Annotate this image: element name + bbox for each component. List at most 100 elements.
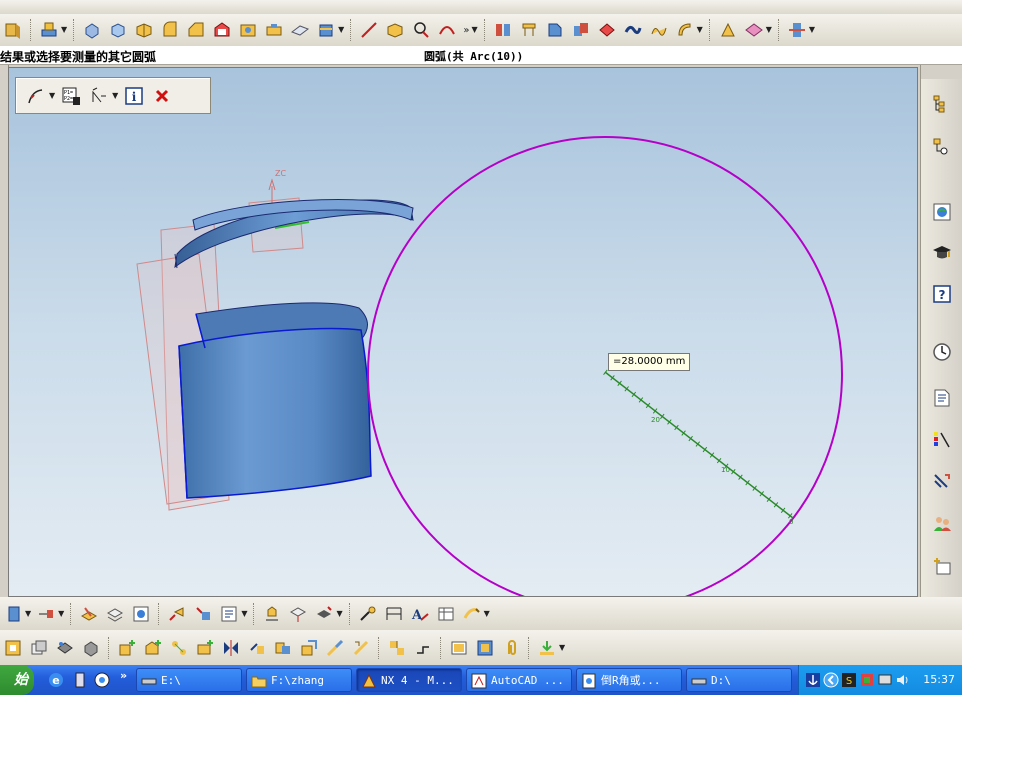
reposition-component-icon[interactable]	[324, 637, 346, 659]
layer-settings-icon[interactable]	[78, 603, 100, 625]
trim-body-icon[interactable]	[315, 19, 337, 41]
dropdown-arrow[interactable]: ▼	[25, 609, 31, 618]
dropdown-arrow[interactable]: ▼	[241, 609, 247, 618]
snap-point-icon[interactable]	[35, 603, 57, 625]
wave-link-icon[interactable]	[54, 637, 76, 659]
sequence-icon[interactable]	[622, 19, 644, 41]
input-method-icon[interactable]: S	[841, 672, 857, 688]
measure-type-icon[interactable]	[87, 84, 111, 108]
point-icon[interactable]	[410, 19, 432, 41]
chamfer-icon[interactable]	[185, 19, 207, 41]
layer-visible-icon[interactable]	[104, 603, 126, 625]
hole-icon[interactable]	[237, 19, 259, 41]
dimension-icon[interactable]	[383, 603, 405, 625]
dropdown-arrow[interactable]: ▼	[484, 609, 490, 618]
dropdown-arrow[interactable]: ▼	[697, 26, 703, 34]
measure-distance-icon[interactable]	[261, 603, 283, 625]
dropdown-arrow[interactable]: ▼	[336, 609, 342, 618]
drafting-tool-icon[interactable]	[461, 603, 483, 625]
shape-icon[interactable]	[2, 19, 24, 41]
app-quicklaunch-icon[interactable]	[70, 670, 90, 690]
analysis-icon[interactable]	[717, 19, 739, 41]
table-icon[interactable]	[435, 603, 457, 625]
surface-icon[interactable]	[743, 19, 765, 41]
reuse-library-icon[interactable]	[929, 385, 955, 411]
attach-icon[interactable]	[500, 637, 522, 659]
dropdown-arrow[interactable]: ▼	[112, 91, 118, 100]
model-scene[interactable]: ZC 20 10 0	[9, 68, 918, 597]
mating-icon[interactable]	[544, 19, 566, 41]
system-scene-icon[interactable]	[929, 553, 955, 579]
clearance-icon[interactable]	[674, 19, 696, 41]
move-component-icon[interactable]	[246, 637, 268, 659]
line-icon[interactable]	[358, 19, 380, 41]
add-component-icon[interactable]	[142, 637, 164, 659]
history-icon[interactable]	[929, 339, 955, 365]
save-view-icon[interactable]	[474, 637, 496, 659]
task-button[interactable]: E:\	[136, 668, 242, 692]
explode-icon[interactable]	[596, 19, 618, 41]
dropdown-arrow[interactable]: ▼	[338, 26, 344, 34]
graphics-window[interactable]: ZC 20 10 0	[8, 67, 918, 597]
measure-angle-icon[interactable]	[287, 603, 309, 625]
constraint-icon[interactable]	[272, 637, 294, 659]
quicklaunch-more-chevron[interactable]: »	[120, 669, 127, 682]
create-body-icon[interactable]	[194, 637, 216, 659]
transform-icon[interactable]	[192, 603, 214, 625]
palette-icon[interactable]	[929, 427, 955, 453]
sheet-body[interactable]	[178, 302, 372, 499]
training-icon[interactable]	[929, 239, 955, 265]
download-icon[interactable]	[536, 637, 558, 659]
dropdown-arrow[interactable]: ▼	[58, 609, 64, 618]
sketch-icon[interactable]	[38, 19, 60, 41]
curve-analysis-icon[interactable]	[357, 603, 379, 625]
dropdown-arrow[interactable]: ▼	[61, 26, 67, 34]
task-button-active[interactable]: NX 4 - M...	[356, 668, 462, 692]
ie-icon[interactable]: e	[46, 670, 66, 690]
collapse-tray-icon[interactable]	[823, 672, 839, 688]
check-clearance-icon[interactable]	[386, 637, 408, 659]
arc-icon[interactable]	[436, 19, 458, 41]
part-navigator-icon[interactable]	[929, 134, 955, 160]
roles-icon[interactable]	[929, 511, 955, 537]
clock[interactable]: 15:37	[923, 673, 955, 686]
web-browser-icon[interactable]	[929, 199, 955, 225]
sequence-tool-icon[interactable]	[412, 637, 434, 659]
dropdown-arrow[interactable]: ▼	[471, 26, 477, 34]
measure-arc-icon[interactable]	[24, 84, 48, 108]
shell-icon[interactable]	[211, 19, 233, 41]
wave-icon[interactable]	[648, 19, 670, 41]
selection-filter-icon[interactable]	[2, 637, 24, 659]
edit-object-icon[interactable]	[166, 603, 188, 625]
smart-model-icon[interactable]	[80, 637, 102, 659]
start-button[interactable]: 始	[0, 665, 34, 695]
mirror-icon[interactable]	[220, 637, 242, 659]
measure-body-icon[interactable]	[313, 603, 335, 625]
plane-icon[interactable]	[289, 19, 311, 41]
web-icon[interactable]	[130, 603, 152, 625]
dropdown-arrow[interactable]: ▼	[49, 91, 55, 100]
help-icon[interactable]: ?	[929, 281, 955, 307]
process-studio-icon[interactable]	[929, 469, 955, 495]
network-icon[interactable]	[859, 672, 875, 688]
feature-group-icon[interactable]	[28, 637, 50, 659]
dropdown-arrow[interactable]: ▼	[809, 26, 815, 34]
task-button[interactable]: AutoCAD ...	[466, 668, 572, 692]
bom-icon[interactable]	[448, 637, 470, 659]
view-orient-icon[interactable]	[2, 603, 24, 625]
more-chevron[interactable]: »	[463, 25, 469, 36]
dropdown-arrow[interactable]: ▼	[559, 643, 565, 652]
anchor-icon[interactable]	[805, 672, 821, 688]
points-list-icon[interactable]: P1= P2=	[59, 84, 83, 108]
annotation-icon[interactable]: A	[409, 603, 431, 625]
block-icon[interactable]	[133, 19, 155, 41]
media-icon[interactable]	[92, 670, 112, 690]
assembly-icon[interactable]	[492, 19, 514, 41]
pattern-icon[interactable]	[168, 637, 190, 659]
reposition-icon[interactable]	[570, 19, 592, 41]
assembly-navigator-icon[interactable]	[929, 91, 955, 117]
monitor-icon[interactable]	[877, 672, 893, 688]
add-feature-icon[interactable]	[116, 637, 138, 659]
volume-icon[interactable]	[895, 672, 911, 688]
close-icon[interactable]	[150, 84, 174, 108]
